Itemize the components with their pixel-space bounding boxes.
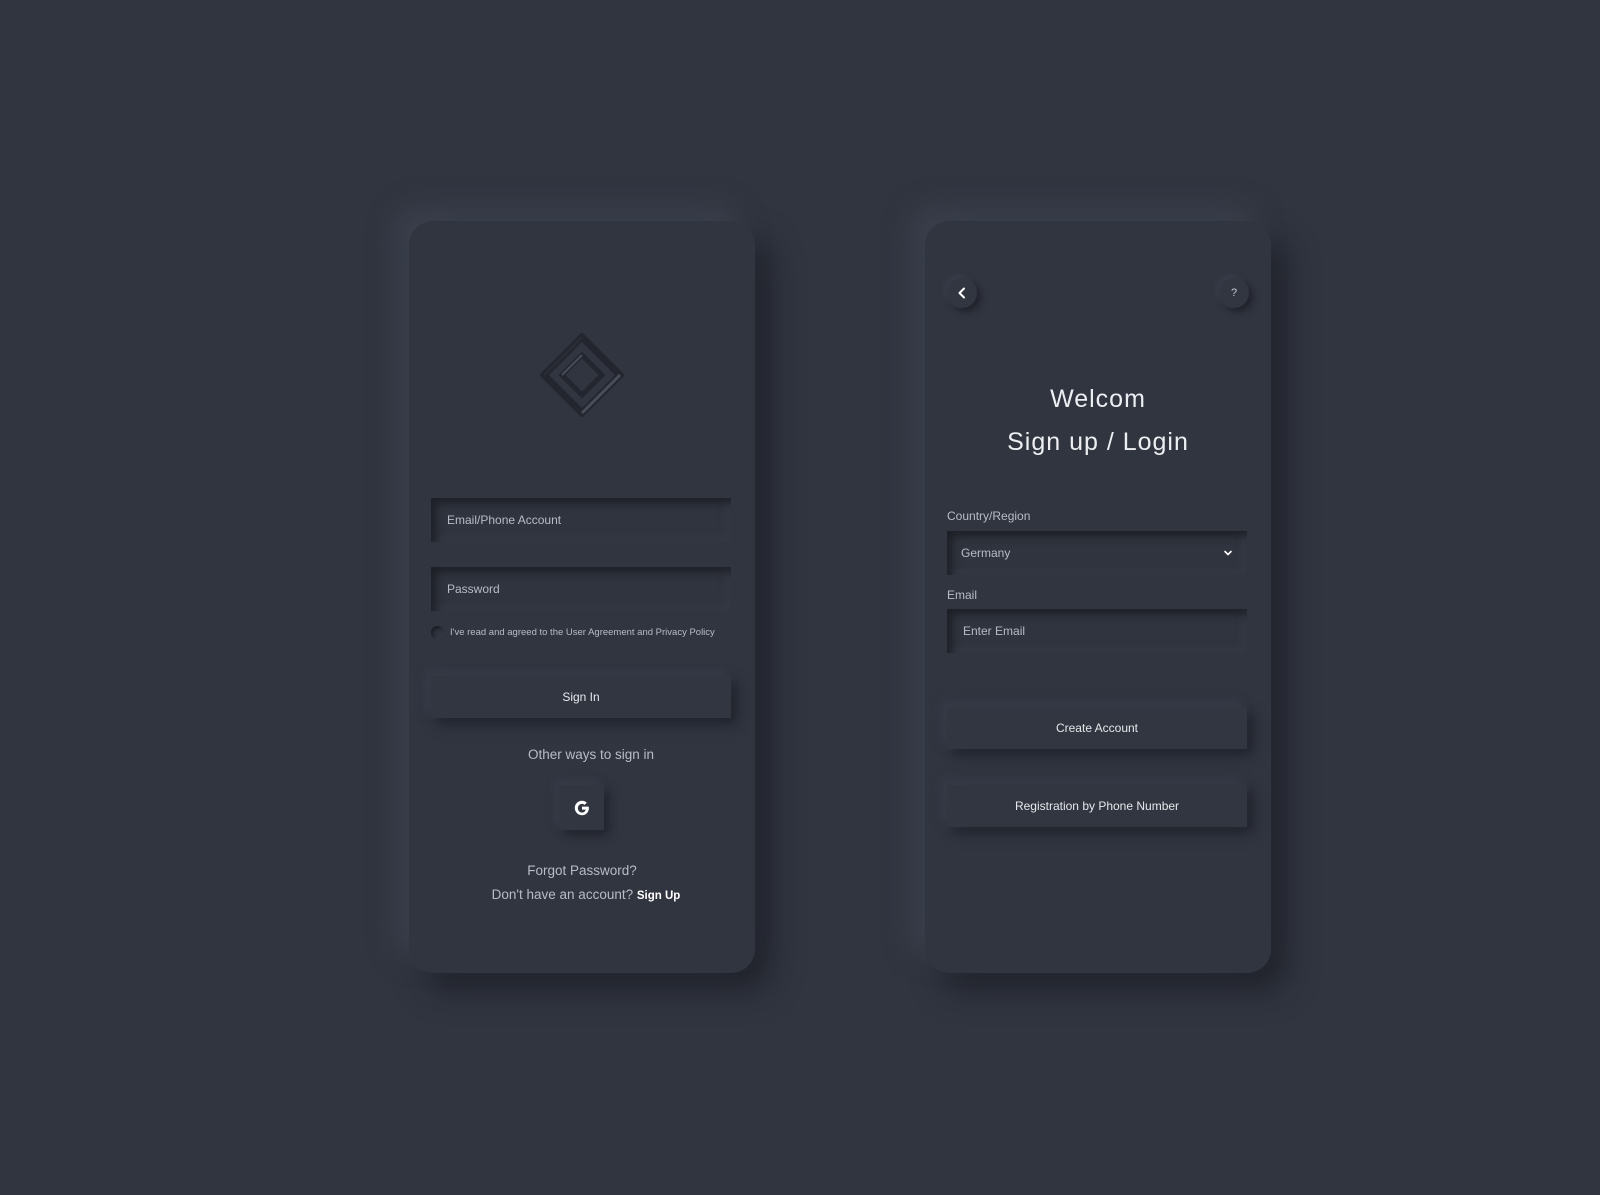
google-signin-button[interactable] bbox=[559, 785, 604, 830]
help-button[interactable]: ? bbox=[1219, 278, 1249, 308]
chevron-down-icon bbox=[1224, 550, 1232, 556]
agreement-row: I've read and agreed to the User Agreeme… bbox=[431, 626, 715, 639]
diamond-logo-icon bbox=[540, 333, 624, 417]
enter-email-input[interactable] bbox=[961, 623, 1233, 639]
country-region-label: Country/Region bbox=[947, 509, 1031, 523]
back-button[interactable] bbox=[947, 278, 977, 308]
country-select[interactable]: Germany bbox=[947, 531, 1247, 575]
agreement-text: I've read and agreed to the User Agreeme… bbox=[450, 627, 715, 638]
welcome-title: Welcom bbox=[1050, 385, 1146, 413]
welcome-subtitle: Sign up / Login bbox=[1007, 428, 1189, 456]
other-ways-label: Other ways to sign in bbox=[527, 747, 655, 762]
sign-in-button[interactable]: Sign In bbox=[431, 676, 731, 718]
register-card: ? Welcom Sign up / Login Country/Region … bbox=[925, 221, 1271, 973]
no-account-text: Don't have an account? bbox=[491, 887, 634, 902]
email-label: Email bbox=[947, 588, 978, 602]
agreement-checkbox[interactable] bbox=[431, 626, 444, 639]
password-input[interactable] bbox=[445, 581, 717, 597]
signin-card: I've read and agreed to the User Agreeme… bbox=[409, 221, 755, 973]
create-account-button[interactable]: Create Account bbox=[947, 707, 1247, 749]
email-phone-input[interactable] bbox=[445, 512, 717, 528]
forgot-password-link[interactable]: Forgot Password? bbox=[409, 863, 755, 878]
chevron-left-icon bbox=[958, 287, 965, 299]
password-field[interactable] bbox=[431, 567, 731, 611]
phone-registration-button[interactable]: Registration by Phone Number bbox=[947, 785, 1247, 827]
email-phone-field[interactable] bbox=[431, 498, 731, 542]
country-select-value: Germany bbox=[961, 546, 1011, 560]
signup-row: Don't have an account? Sign Up bbox=[409, 887, 763, 902]
google-icon bbox=[574, 800, 589, 815]
sign-up-link[interactable]: Sign Up bbox=[637, 890, 680, 902]
enter-email-field[interactable] bbox=[947, 609, 1247, 653]
